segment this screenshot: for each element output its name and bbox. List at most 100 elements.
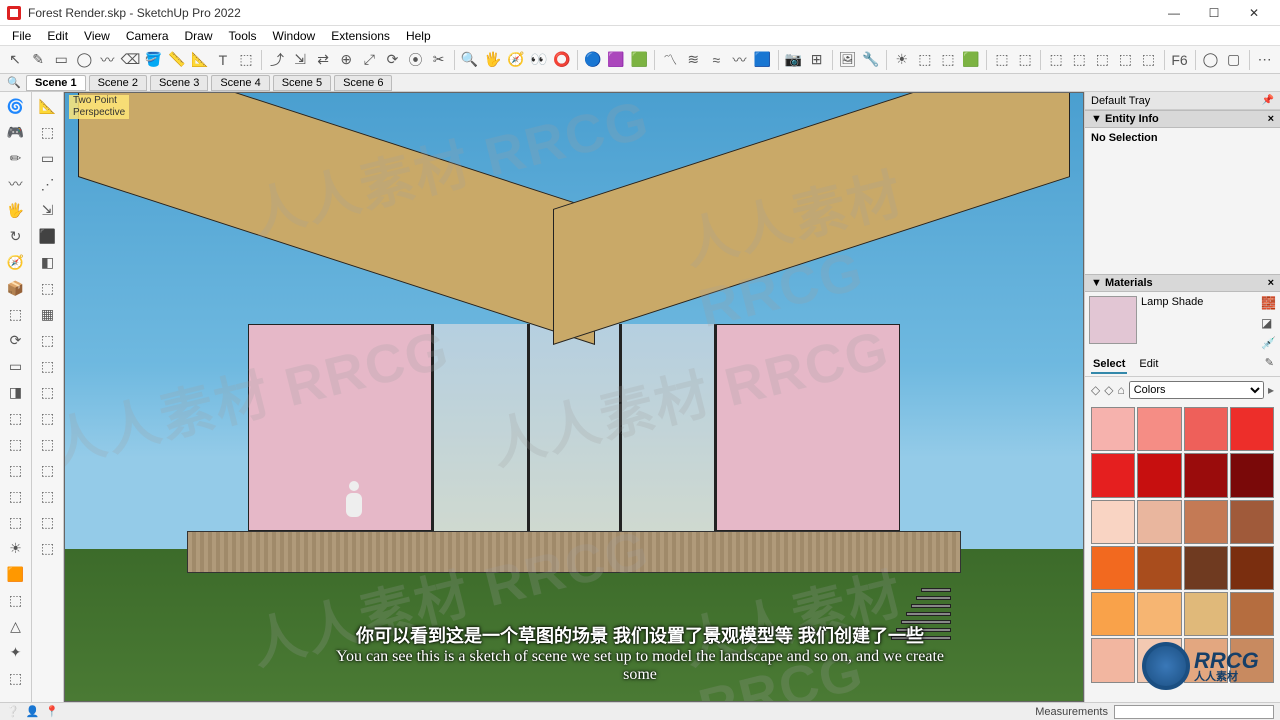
color-swatch-11[interactable]	[1230, 500, 1274, 544]
scene-tab-5[interactable]: Scene 5	[273, 75, 331, 91]
materials-header[interactable]: ▼ Materials ×	[1085, 274, 1280, 292]
eyedropper-icon[interactable]: 💉	[1261, 336, 1276, 350]
leftcol2-tool-5[interactable]: ⬛	[36, 224, 60, 248]
color-swatch-7[interactable]	[1230, 453, 1274, 497]
leftcol1-tool-6[interactable]: 🧭	[4, 250, 28, 274]
menu-edit[interactable]: Edit	[39, 27, 76, 45]
color-swatch-23[interactable]	[1230, 638, 1274, 682]
menu-help[interactable]: Help	[398, 27, 439, 45]
leftcol1-tool-18[interactable]: 🟧	[4, 562, 28, 586]
color-swatch-17[interactable]	[1137, 592, 1181, 636]
toolbar-button-6[interactable]: 🪣	[143, 48, 165, 72]
toolbar-button-59[interactable]: ◯	[1199, 48, 1221, 72]
toolbar-button-33[interactable]: ≈	[705, 48, 727, 72]
toolbar-button-43[interactable]: ☀	[891, 48, 913, 72]
leftcol2-tool-13[interactable]: ⬚	[36, 432, 60, 456]
menu-extensions[interactable]: Extensions	[323, 27, 398, 45]
toolbar-button-1[interactable]: ✎	[27, 48, 49, 72]
leftcol1-tool-12[interactable]: ⬚	[4, 406, 28, 430]
color-swatch-1[interactable]	[1137, 407, 1181, 451]
color-swatch-6[interactable]	[1184, 453, 1228, 497]
leftcol2-tool-2[interactable]: ▭	[36, 146, 60, 170]
leftcol2-tool-14[interactable]: ⬚	[36, 458, 60, 482]
scene-tab-1[interactable]: Scene 1	[26, 75, 86, 91]
toolbar-button-13[interactable]: ⇲	[289, 48, 311, 72]
leftcol2-tool-17[interactable]: ⬚	[36, 536, 60, 560]
toolbar-button-18[interactable]: ⦿	[405, 48, 427, 72]
leftcol2-tool-11[interactable]: ⬚	[36, 380, 60, 404]
color-swatch-0[interactable]	[1091, 407, 1135, 451]
leftcol1-tool-22[interactable]: ⬚	[4, 666, 28, 690]
window-close-button[interactable]: ✕	[1234, 0, 1274, 26]
create-material-icon[interactable]: 🧱	[1261, 296, 1276, 310]
materials-tab-edit[interactable]: Edit	[1137, 356, 1160, 374]
leftcol1-tool-14[interactable]: ⬚	[4, 458, 28, 482]
scene-tab-2[interactable]: Scene 2	[89, 75, 147, 91]
leftcol2-tool-6[interactable]: ◧	[36, 250, 60, 274]
leftcol2-tool-12[interactable]: ⬚	[36, 406, 60, 430]
toolbar-button-31[interactable]: 〽	[659, 48, 681, 72]
leftcol1-tool-1[interactable]: 🎮	[4, 120, 28, 144]
menu-tools[interactable]: Tools	[221, 27, 265, 45]
menu-file[interactable]: File	[4, 27, 39, 45]
toolbar-button-57[interactable]: F6	[1168, 48, 1190, 72]
pencil-icon[interactable]: ✎	[1265, 356, 1274, 374]
color-swatch-22[interactable]	[1184, 638, 1228, 682]
toolbar-button-10[interactable]: ⬚	[235, 48, 257, 72]
leftcol1-tool-10[interactable]: ▭	[4, 354, 28, 378]
toolbar-button-52[interactable]: ⬚	[1068, 48, 1090, 72]
toolbar-button-45[interactable]: ⬚	[937, 48, 959, 72]
color-swatch-4[interactable]	[1091, 453, 1135, 497]
materials-tab-select[interactable]: Select	[1091, 356, 1127, 374]
toolbar-button-23[interactable]: 🧭	[505, 48, 527, 72]
toolbar-button-62[interactable]: ⋯	[1254, 48, 1276, 72]
toolbar-button-44[interactable]: ⬚	[914, 48, 936, 72]
leftcol1-tool-5[interactable]: ↻	[4, 224, 28, 248]
toolbar-button-41[interactable]: 🔧	[860, 48, 882, 72]
toolbar-button-54[interactable]: ⬚	[1114, 48, 1136, 72]
leftcol1-tool-9[interactable]: ⟳	[4, 328, 28, 352]
toolbar-button-48[interactable]: ⬚	[991, 48, 1013, 72]
default-material-icon[interactable]: ◪	[1261, 316, 1276, 330]
leftcol2-tool-7[interactable]: ⬚	[36, 276, 60, 300]
toolbar-button-34[interactable]: 〰	[728, 48, 750, 72]
menu-window[interactable]: Window	[265, 27, 324, 45]
toolbar-button-7[interactable]: 📏	[166, 48, 188, 72]
leftcol2-tool-9[interactable]: ⬚	[36, 328, 60, 352]
window-maximize-button[interactable]: ☐	[1194, 0, 1234, 26]
color-swatch-14[interactable]	[1184, 546, 1228, 590]
toolbar-button-51[interactable]: ⬚	[1045, 48, 1067, 72]
toolbar-button-14[interactable]: ⇄	[312, 48, 334, 72]
toolbar-button-55[interactable]: ⬚	[1137, 48, 1159, 72]
leftcol1-tool-16[interactable]: ⬚	[4, 510, 28, 534]
toolbar-button-15[interactable]: ⊕	[335, 48, 357, 72]
toolbar-button-22[interactable]: 🖐	[482, 48, 504, 72]
color-swatch-13[interactable]	[1137, 546, 1181, 590]
toolbar-button-28[interactable]: 🟪	[605, 48, 627, 72]
menu-view[interactable]: View	[76, 27, 118, 45]
leftcol1-tool-7[interactable]: 📦	[4, 276, 28, 300]
color-swatch-16[interactable]	[1091, 592, 1135, 636]
color-swatch-9[interactable]	[1137, 500, 1181, 544]
toolbar-button-4[interactable]: 〰	[96, 48, 118, 72]
toolbar-button-17[interactable]: ⟳	[381, 48, 403, 72]
material-preview-swatch[interactable]	[1089, 296, 1137, 344]
leftcol1-tool-11[interactable]: ◨	[4, 380, 28, 404]
leftcol1-tool-8[interactable]: ⬚	[4, 302, 28, 326]
leftcol2-tool-10[interactable]: ⬚	[36, 354, 60, 378]
toolbar-button-25[interactable]: ⭕	[551, 48, 573, 72]
leftcol1-tool-0[interactable]: 🌀	[4, 94, 28, 118]
toolbar-button-3[interactable]: ◯	[73, 48, 95, 72]
color-swatch-3[interactable]	[1230, 407, 1274, 451]
toolbar-button-49[interactable]: ⬚	[1014, 48, 1036, 72]
toolbar-button-9[interactable]: T	[212, 48, 234, 72]
close-icon[interactable]: ×	[1268, 277, 1274, 289]
color-swatch-12[interactable]	[1091, 546, 1135, 590]
toolbar-button-16[interactable]: ⤢	[358, 48, 380, 72]
leftcol1-tool-13[interactable]: ⬚	[4, 432, 28, 456]
toolbar-button-60[interactable]: ▢	[1223, 48, 1245, 72]
search-icon[interactable]: 🔍	[4, 76, 24, 89]
toolbar-button-8[interactable]: 📐	[189, 48, 211, 72]
materials-home-icon[interactable]: ⌂	[1117, 383, 1124, 397]
scene-tab-3[interactable]: Scene 3	[150, 75, 208, 91]
